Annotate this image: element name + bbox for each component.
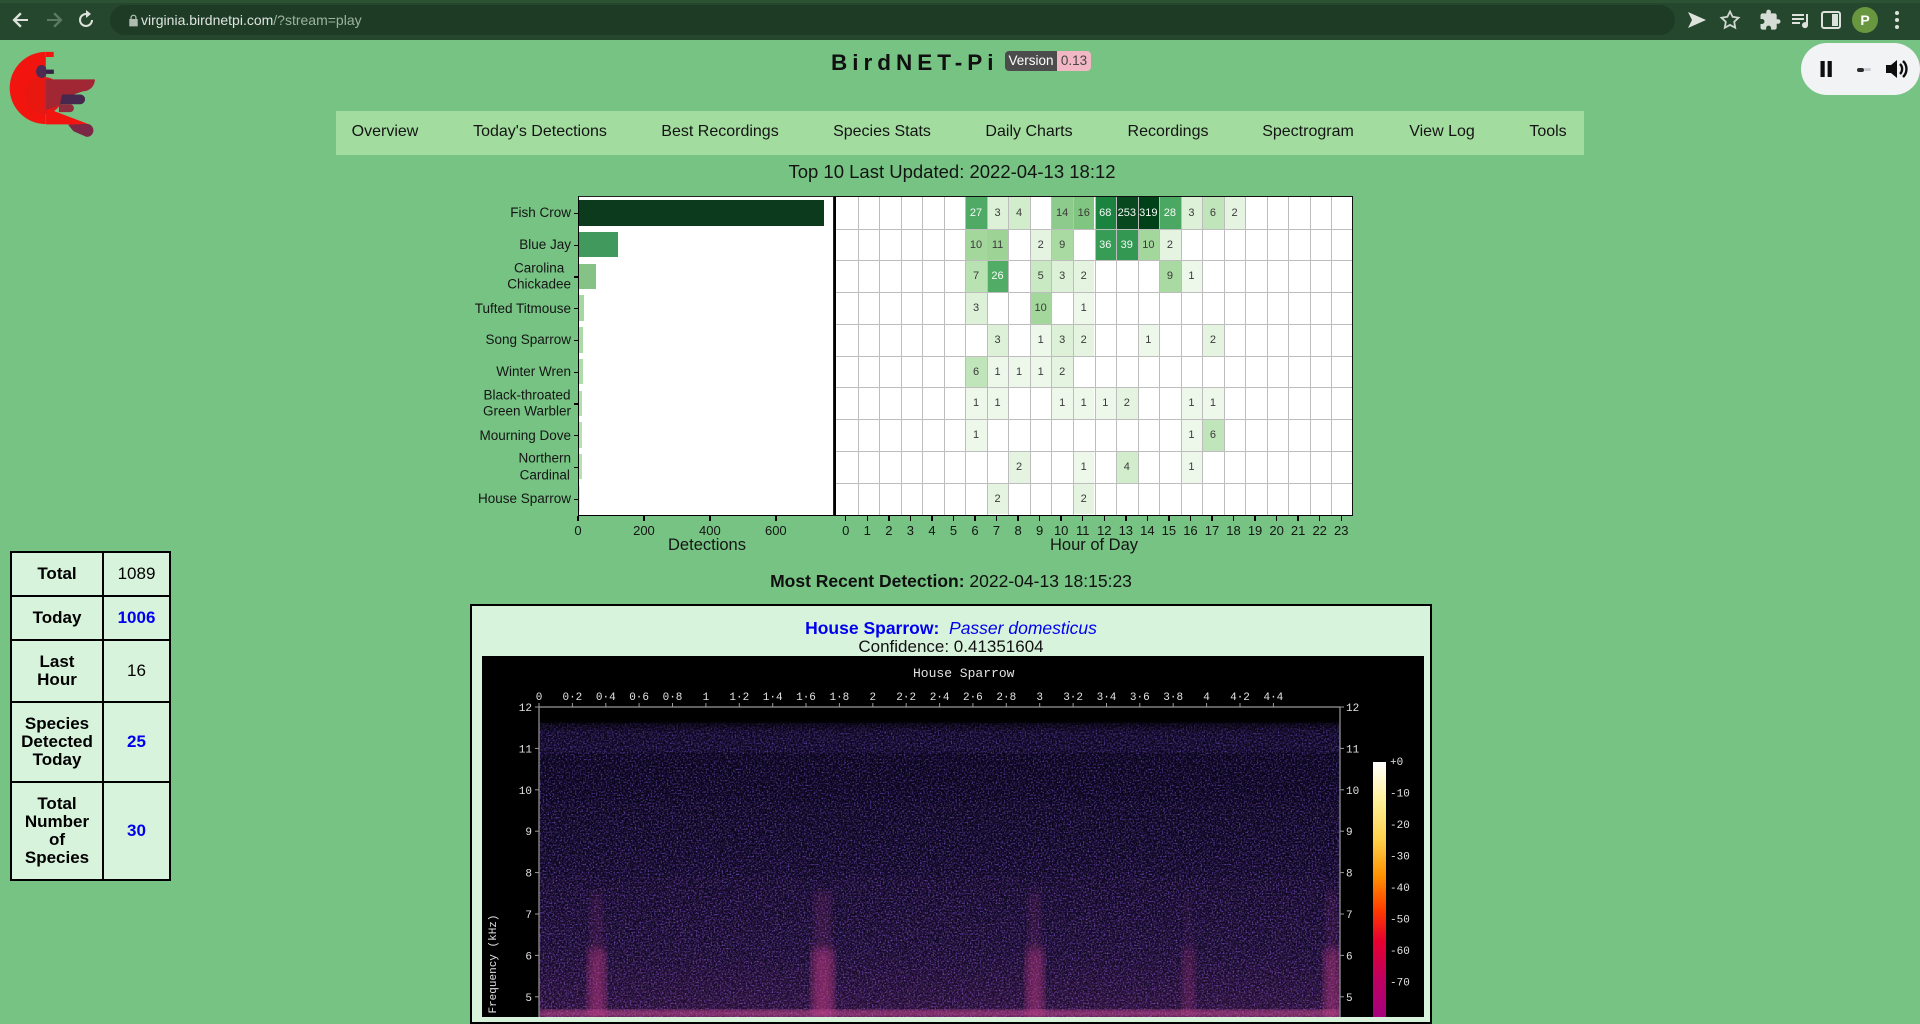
svg-text:2·8: 2·8 — [996, 692, 1016, 704]
svg-text:0·6: 0·6 — [629, 692, 649, 704]
svg-text:3·2: 3·2 — [1063, 692, 1083, 704]
svg-text:9: 9 — [525, 827, 532, 839]
svg-text:10: 10 — [519, 786, 532, 798]
svg-text:1·4: 1·4 — [763, 692, 783, 704]
svg-text:6: 6 — [525, 951, 532, 963]
svg-text:3: 3 — [1036, 692, 1043, 704]
svg-text:-50: -50 — [1390, 915, 1410, 927]
svg-text:Frequency (kHz): Frequency (kHz) — [488, 914, 500, 1013]
svg-text:7: 7 — [525, 910, 532, 922]
svg-text:1: 1 — [703, 692, 710, 704]
svg-text:3·8: 3·8 — [1163, 692, 1183, 704]
svg-text:12: 12 — [519, 703, 532, 715]
svg-text:11: 11 — [1346, 744, 1360, 756]
svg-text:+0: +0 — [1390, 757, 1403, 769]
svg-text:-40: -40 — [1390, 883, 1410, 895]
svg-text:0: 0 — [536, 692, 543, 704]
svg-text:3·4: 3·4 — [1097, 692, 1117, 704]
svg-text:12: 12 — [1346, 703, 1359, 715]
svg-text:4·2: 4·2 — [1230, 692, 1250, 704]
svg-text:2·4: 2·4 — [930, 692, 950, 704]
svg-text:2: 2 — [869, 692, 876, 704]
svg-text:8: 8 — [1346, 869, 1353, 881]
svg-text:-30: -30 — [1390, 852, 1410, 864]
svg-text:4: 4 — [1203, 692, 1210, 704]
svg-text:1·6: 1·6 — [796, 692, 816, 704]
svg-text:-20: -20 — [1390, 820, 1410, 832]
svg-text:10: 10 — [1346, 786, 1359, 798]
svg-text:5: 5 — [525, 993, 532, 1005]
svg-text:4·4: 4·4 — [1263, 692, 1283, 704]
svg-text:0·2: 0·2 — [562, 692, 582, 704]
svg-text:2·6: 2·6 — [963, 692, 983, 704]
svg-text:11: 11 — [519, 744, 533, 756]
svg-text:6: 6 — [1346, 951, 1353, 963]
svg-text:2·2: 2·2 — [896, 692, 916, 704]
svg-text:5: 5 — [1346, 993, 1353, 1005]
svg-text:0·4: 0·4 — [596, 692, 616, 704]
svg-text:3·6: 3·6 — [1130, 692, 1150, 704]
svg-text:9: 9 — [1346, 827, 1353, 839]
svg-text:-60: -60 — [1390, 946, 1410, 958]
svg-text:7: 7 — [1346, 910, 1353, 922]
svg-text:1·8: 1·8 — [829, 692, 849, 704]
svg-text:0·8: 0·8 — [663, 692, 683, 704]
svg-text:House Sparrow: House Sparrow — [913, 666, 1015, 681]
svg-text:-70: -70 — [1390, 978, 1410, 990]
svg-text:8: 8 — [525, 869, 532, 881]
svg-text:-10: -10 — [1390, 789, 1410, 801]
svg-text:1·2: 1·2 — [729, 692, 749, 704]
